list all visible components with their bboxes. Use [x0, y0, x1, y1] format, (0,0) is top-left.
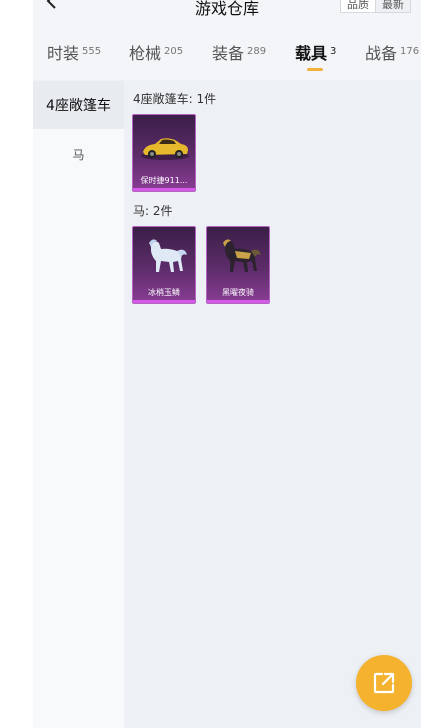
sort-toggle[interactable]: 品质 最新	[340, 0, 411, 13]
item-name: 保时捷911...	[140, 176, 188, 185]
tab-guns[interactable]: 枪械 205	[129, 40, 183, 64]
external-link-icon	[373, 672, 395, 694]
tab-label: 载具	[295, 44, 328, 63]
tab-label: 战备	[365, 44, 398, 63]
item-card-obsidian-horse[interactable]: 黑曜夜骑	[206, 226, 270, 304]
item-card-porsche[interactable]: 保时捷911...	[132, 114, 196, 192]
tab-label: 时装	[47, 44, 80, 63]
category-tabs: 时装 555 枪械 205 装备 289 载具 3 战备 176	[33, 40, 421, 76]
tab-label: 枪械	[129, 44, 162, 63]
tab-label: 装备	[212, 44, 245, 63]
tab-fashion[interactable]: 时装 555	[47, 40, 101, 64]
group-title-convertible: 4座敞篷车: 1件	[133, 92, 217, 106]
car-icon	[141, 138, 189, 160]
sort-quality-button[interactable]: 品质	[341, 0, 375, 12]
tab-count: 205	[164, 46, 184, 57]
tab-count: 3	[330, 46, 337, 57]
item-card-ice-horse[interactable]: 冰梢玉鳞	[132, 226, 196, 304]
group-title-horse: 马: 2件	[133, 204, 173, 218]
tab-count: 176	[400, 46, 420, 57]
horse-icon	[149, 239, 187, 272]
sidebar-item-horse[interactable]: 马	[33, 129, 124, 179]
share-button[interactable]	[356, 655, 412, 711]
item-name: 黑曜夜骑	[222, 288, 254, 297]
tab-supplies[interactable]: 战备 176	[365, 40, 419, 64]
horse-icon	[223, 239, 261, 272]
tab-count: 555	[82, 46, 102, 57]
tab-count: 289	[247, 46, 267, 57]
active-tab-indicator	[307, 68, 323, 71]
category-sidebar: 4座敞篷车 马	[33, 81, 124, 728]
tab-vehicles[interactable]: 载具 3	[295, 40, 336, 64]
top-bar: 游戏仓库 品质 最新 时装 555 枪械 205 装备 289 载具 3 战备 176	[33, 0, 421, 80]
sidebar-item-convertible[interactable]: 4座敞篷车	[33, 81, 124, 129]
sort-latest-button[interactable]: 最新	[375, 0, 410, 12]
tab-equipment[interactable]: 装备 289	[212, 40, 266, 64]
item-name: 冰梢玉鳞	[148, 288, 180, 297]
